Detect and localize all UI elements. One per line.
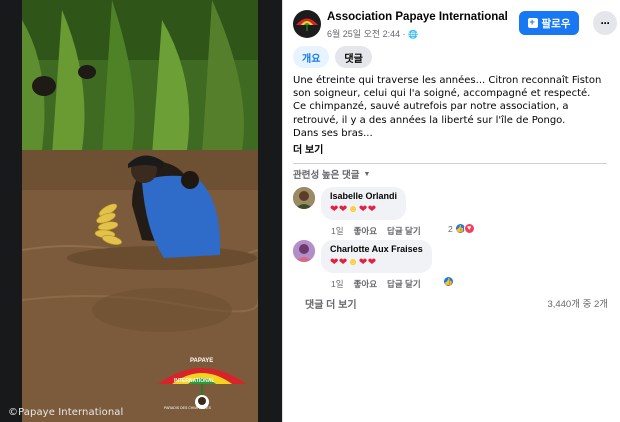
comment-count: 3,440개 중 2개	[547, 299, 608, 310]
post-text-line: Ce chimpanzé, sauvé autrefois par notre …	[293, 101, 569, 126]
sort-label: 관련성 높은 댓글	[293, 170, 360, 181]
commenter-avatar[interactable]	[293, 240, 315, 262]
follow-button[interactable]: + 팔로우	[519, 11, 579, 35]
comment-bubble: Isabelle Orlandi ❤❤☻❤❤	[321, 187, 407, 220]
view-more-comments-link[interactable]: 댓글 더 보기	[305, 296, 357, 311]
comment-age[interactable]: 1일	[331, 225, 344, 237]
comment-reactions[interactable]: 👍	[443, 276, 454, 287]
tab-overview[interactable]: 개요	[293, 46, 330, 68]
post-date[interactable]: 6월 25일 오전 2:44 ·	[327, 29, 408, 39]
love-reaction-icon: ♥	[463, 223, 475, 234]
post-body: Une étreinte qui traverse les années... …	[293, 74, 611, 140]
post-header: Association Papaye International 6월 25일 …	[293, 8, 617, 40]
page-avatar[interactable]	[293, 10, 321, 38]
comment-reactions[interactable]: 2 👍 ♥	[448, 223, 475, 234]
comment-text: ❤❤☻❤❤	[330, 204, 377, 215]
comment-actions: 1일 좋아요 답글 달기	[331, 225, 421, 237]
commenter-name[interactable]: Charlotte Aux Fraises	[330, 244, 423, 254]
comment-actions: 1일 좋아요 답글 달기	[331, 278, 421, 290]
comment-bubble: Charlotte Aux Fraises ❤❤☻❤❤	[321, 240, 432, 273]
page-name[interactable]: Association Papaye International	[327, 11, 508, 23]
comment-sort-dropdown[interactable]: 관련성 높은 댓글 ▼	[293, 167, 370, 181]
post-tabs: 개요 댓글	[293, 46, 372, 68]
reply-button[interactable]: 답글 달기	[387, 225, 421, 237]
follow-label: 팔로우	[541, 17, 571, 30]
reaction-count: 2	[448, 223, 453, 234]
divider	[293, 163, 607, 164]
photo-watermark: ©Papaye International	[8, 407, 124, 418]
commenter-name[interactable]: Isabelle Orlandi	[330, 191, 397, 201]
comment-text: ❤❤☻❤❤	[330, 257, 377, 268]
like-reaction-icon: 👍	[443, 276, 454, 287]
follow-icon: +	[527, 17, 538, 28]
post-text-line: Dans ses bras...	[293, 127, 373, 139]
post-text-line: Une étreinte qui traverse les années... …	[293, 75, 602, 100]
like-comment-button[interactable]: 좋아요	[354, 225, 377, 237]
see-more-link[interactable]: 더 보기	[293, 141, 323, 156]
comment-item: Charlotte Aux Fraises ❤❤☻❤❤ 1일 좋아요 답글 달기…	[293, 240, 613, 290]
logo-subtext: INTERNATIONAL	[174, 378, 215, 384]
reply-button[interactable]: 답글 달기	[387, 278, 421, 290]
post-panel: Association Papaye International 6월 25일 …	[282, 0, 620, 422]
media-viewer: PAPAYE INTERNATIONAL PARADIS DES CHIMPAN…	[0, 0, 282, 422]
globe-icon: 🌐	[408, 30, 419, 39]
logo-text: PAPAYE	[190, 358, 214, 364]
post-meta: 6월 25일 오전 2:44 · 🌐	[327, 27, 418, 40]
commenter-avatar[interactable]	[293, 187, 315, 209]
more-options-button[interactable]: ···	[593, 11, 617, 35]
like-comment-button[interactable]: 좋아요	[354, 278, 377, 290]
papaye-logo: PAPAYE INTERNATIONAL PARADIS DES CHIMPAN…	[154, 356, 250, 412]
logo-tagline: PARADIS DES CHIMPANZES	[164, 406, 211, 410]
tab-comments[interactable]: 댓글	[335, 46, 372, 68]
comment-item: Isabelle Orlandi ❤❤☻❤❤ 1일 좋아요 답글 달기 2 👍 …	[293, 187, 613, 237]
comment-age[interactable]: 1일	[331, 278, 344, 290]
caret-down-icon: ▼	[363, 170, 371, 178]
